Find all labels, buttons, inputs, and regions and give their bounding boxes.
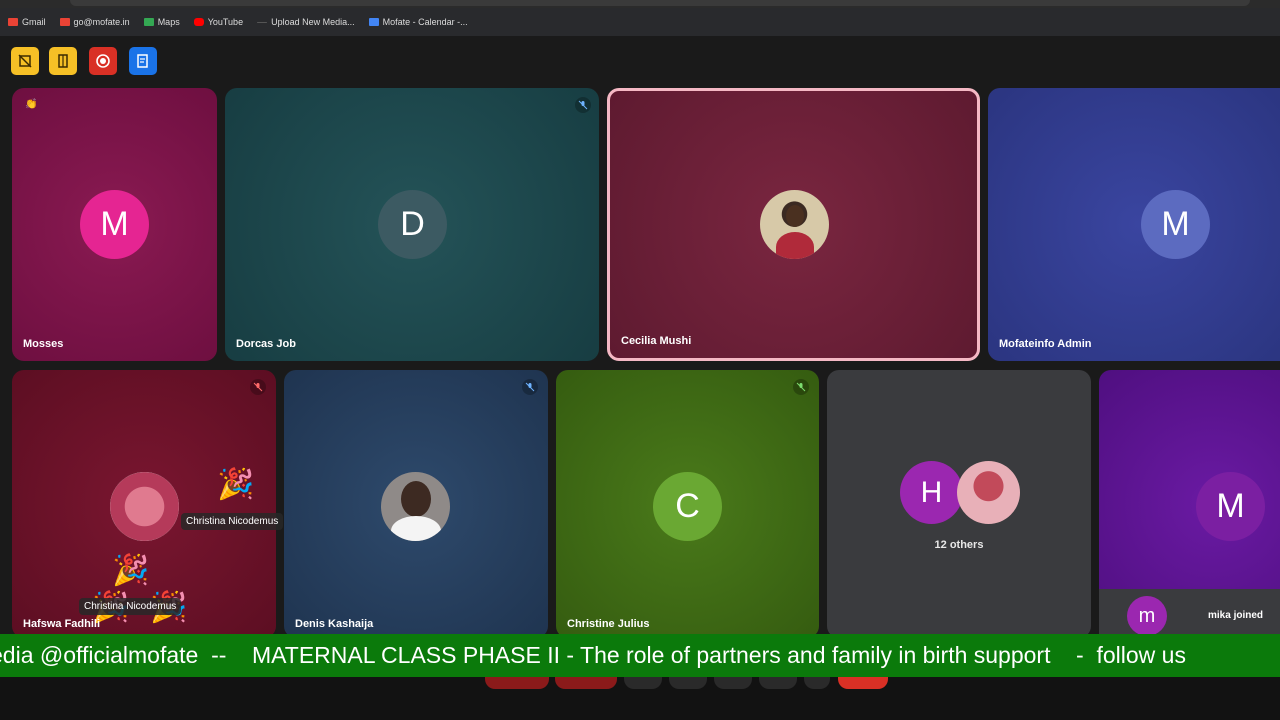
- avatar: C: [653, 472, 722, 541]
- avatar: H: [900, 461, 963, 524]
- avatar: M: [1196, 472, 1265, 541]
- record-button[interactable]: [89, 47, 117, 75]
- browser-tab-strip: [0, 0, 1280, 8]
- mic-off-icon: [793, 379, 809, 395]
- youtube-icon: [193, 18, 204, 26]
- ticker-text: edia @officialmofate -- MATERNAL CLASS P…: [0, 642, 1186, 668]
- hand-off-icon: [18, 54, 32, 68]
- denis-photo-icon: [381, 472, 450, 541]
- bookmark-upload-media[interactable]: Upload New Media...: [257, 17, 355, 27]
- mic-off-icon: [250, 379, 266, 395]
- bookmark-youtube[interactable]: YouTube: [193, 17, 243, 27]
- avatar: M: [80, 190, 149, 259]
- bookmark-maps[interactable]: Maps: [143, 17, 180, 27]
- meet-window: Gmail go@mofate.in Maps YouTube Upload N…: [0, 0, 1280, 720]
- upload-icon: [257, 21, 268, 23]
- participant-tile-mofateinfo-admin[interactable]: M Mofateinfo Admin: [988, 88, 1280, 361]
- avatar: D: [378, 190, 447, 259]
- participant-name: Dorcas Job: [236, 338, 296, 350]
- party-popper-icon: 🎉: [112, 554, 150, 587]
- avatar: M: [1141, 190, 1210, 259]
- other-participant-photo-icon: [957, 461, 1020, 524]
- participant-tile-dorcas-job[interactable]: D Dorcas Job: [225, 88, 599, 361]
- participant-tile-mosses[interactable]: 👏 M Mosses: [12, 88, 217, 361]
- mic-button[interactable]: [485, 677, 549, 689]
- bookmark-go-mofate[interactable]: go@mofate.in: [59, 17, 130, 27]
- others-count-label: 12 others: [934, 539, 984, 551]
- maps-icon: [143, 18, 154, 26]
- breakout-door-button[interactable]: [49, 47, 77, 75]
- door-icon: [58, 54, 68, 68]
- participant-name: Denis Kashaija: [295, 618, 374, 630]
- party-popper-icon: 🎉: [217, 468, 255, 501]
- participant-tile-cecilia-mushi[interactable]: Cecilia Mushi: [607, 88, 980, 361]
- reaction-label: Christina Nicodemus: [79, 598, 182, 615]
- reaction-label: Christina Nicodemus: [181, 513, 284, 530]
- emoji-button[interactable]: [669, 677, 707, 689]
- flowers-photo-icon: [110, 472, 179, 541]
- participant-tile-denis-kashaija[interactable]: Denis Kashaija: [284, 370, 548, 638]
- bookmark-calendar[interactable]: Mofate - Calendar -...: [368, 17, 468, 27]
- join-toast: m mika joined: [1099, 589, 1280, 637]
- news-ticker: edia @officialmofate -- MATERNAL CLASS P…: [0, 634, 1280, 677]
- gmail-icon: [59, 18, 70, 26]
- record-icon: [96, 54, 110, 68]
- participant-name: Cecilia Mushi: [621, 335, 692, 347]
- participant-name: Christine Julius: [567, 618, 650, 630]
- participant-tile-christine-julius[interactable]: C Christine Julius: [556, 370, 819, 638]
- leave-call-button[interactable]: [838, 677, 888, 689]
- calendar-icon: [368, 18, 379, 26]
- notes-icon: [137, 54, 148, 68]
- clap-reaction-icon: 👏: [25, 99, 38, 110]
- raise-hand-button[interactable]: [759, 677, 797, 689]
- participant-name: Mofateinfo Admin: [999, 338, 1092, 350]
- address-bar[interactable]: [70, 0, 1250, 6]
- participant-name: Mosses: [23, 338, 64, 350]
- toast-text: mika joined: [1208, 610, 1264, 621]
- bookmark-gmail[interactable]: Gmail: [8, 17, 46, 27]
- captions-button[interactable]: [624, 677, 662, 689]
- mic-off-icon: [575, 97, 591, 113]
- notes-button[interactable]: [129, 47, 157, 75]
- camera-button[interactable]: [555, 677, 617, 689]
- present-button[interactable]: [714, 677, 752, 689]
- participant-name: Hafswa Fadhili: [23, 618, 101, 630]
- gmail-icon: [8, 18, 18, 26]
- mic-off-icon: [522, 379, 538, 395]
- avatar: m: [1127, 596, 1167, 636]
- hand-off-button[interactable]: [11, 47, 39, 75]
- bookmarks-bar: Gmail go@mofate.in Maps YouTube Upload N…: [0, 8, 1280, 36]
- cecilia-photo-icon: [760, 190, 829, 259]
- others-tile[interactable]: H 12 others: [827, 370, 1091, 638]
